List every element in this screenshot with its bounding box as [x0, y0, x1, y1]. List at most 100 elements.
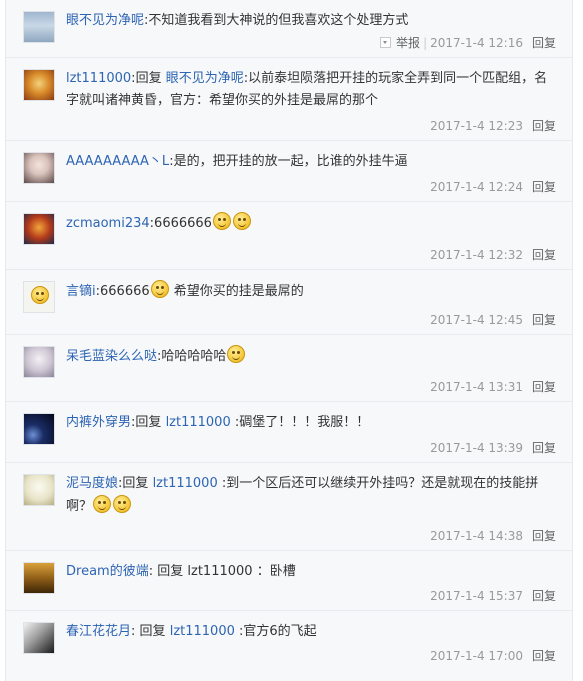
reply-label: 回复: [157, 564, 184, 579]
reply-text: 哈哈哈哈哈: [161, 349, 227, 364]
report-link[interactable]: 举报: [396, 36, 420, 50]
colon-text: :: [131, 624, 136, 639]
reply-meta: 2017-1-4 14:38 回复: [430, 528, 556, 544]
reply-meta: 2017-1-4 12:32 回复: [430, 247, 556, 263]
reply-content: 呆毛蓝染么么哒:哈哈哈哈哈: [66, 345, 560, 368]
reply-text: 是的，把开挂的放一起，比谁的外挂牛逼: [173, 154, 408, 169]
reply-meta: 2017-1-4 12:24 回复: [430, 179, 556, 195]
reply-button[interactable]: 回复: [532, 180, 556, 194]
avatar[interactable]: [23, 11, 55, 43]
reply-time: 2017-1-4 13:31: [430, 380, 523, 394]
reply-username[interactable]: 呆毛蓝染么么哒: [66, 349, 157, 364]
reply-text: 666666: [100, 284, 150, 299]
reply-content: lzt111000:回复 眼不见为净呢:以前泰坦陨落把开挂的玩家全弄到同一个匹配…: [66, 68, 560, 112]
reply-username[interactable]: lzt111000: [66, 71, 131, 86]
avatar[interactable]: [23, 622, 55, 654]
reply-item: 泥马度娘:回复 lzt111000 :到一个区后还可以继续开外挂吗？还是就现在的…: [6, 463, 572, 551]
reply-button[interactable]: 回复: [532, 36, 556, 50]
reply-label: 回复: [135, 71, 162, 86]
reply-button[interactable]: 回复: [532, 529, 556, 543]
avatar[interactable]: [23, 562, 55, 594]
smile-emoticon: [113, 495, 132, 513]
reply-label: 回复: [139, 624, 166, 639]
reply-text: 不知道我看到大神说的但我喜欢这个处理方式: [148, 13, 409, 28]
reply-list: 眼不见为净呢:不知道我看到大神说的但我喜欢这个处理方式 举报 | 2017-1-4 …: [5, 0, 573, 681]
reply-content: 眼不见为净呢:不知道我看到大神说的但我喜欢这个处理方式: [66, 10, 560, 32]
reply-meta: 2017-1-4 13:31 回复: [430, 379, 556, 395]
reply-content: AAAAAAAAA丶L:是的，把开挂的放一起，比谁的外挂牛逼: [66, 151, 560, 173]
avatar[interactable]: [23, 69, 55, 101]
avatar[interactable]: [23, 213, 55, 245]
reply-meta: 2017-1-4 13:39 回复: [430, 440, 556, 456]
reply-time: 2017-1-4 12:32: [430, 248, 523, 262]
reply-username[interactable]: 泥马度娘: [66, 476, 118, 491]
reply-time: 2017-1-4 12:23: [430, 119, 523, 133]
smile-emoticon: [93, 495, 112, 513]
reply-item: 眼不见为净呢:不知道我看到大神说的但我喜欢这个处理方式 举报 | 2017-1-4 …: [6, 0, 572, 58]
dropdown-icon[interactable]: [380, 37, 392, 48]
reply-button[interactable]: 回复: [532, 589, 556, 603]
reply-content: Dream的彼端: 回复 lzt111000 ：卧槽: [66, 561, 560, 583]
smile-emoticon: [232, 212, 251, 230]
avatar[interactable]: [23, 474, 55, 506]
reply-button[interactable]: 回复: [532, 441, 556, 455]
reply-item: zcmaomi234:6666666 2017-1-4 12:32 回复: [6, 202, 572, 270]
avatar[interactable]: [23, 281, 55, 313]
reply-item: 春江花花月: 回复 lzt111000 :官方6的飞起 2017-1-4 17:…: [6, 611, 572, 681]
reply-username[interactable]: AAAAAAAAA丶L: [66, 154, 169, 169]
colon-text: :: [148, 564, 154, 579]
reply-username[interactable]: 内裤外穿男: [66, 415, 131, 430]
reply-item: 内裤外穿男:回复 lzt111000 :碉堡了！！！我服！！ 2017-1-4 …: [6, 402, 572, 463]
reply-meta: 举报 | 2017-1-4 12:16 回复: [380, 35, 556, 51]
reply-text: ：卧槽: [256, 564, 296, 579]
reply-meta: 2017-1-4 15:37 回复: [430, 588, 556, 604]
reply-item: Dream的彼端: 回复 lzt111000 ：卧槽 2017-1-4 15:3…: [6, 551, 572, 611]
reply-time: 2017-1-4 12:16: [430, 36, 523, 50]
reply-text: :碉堡了！！！我服！！: [234, 415, 370, 430]
reply-username[interactable]: 春江花花月: [66, 624, 131, 639]
reply-username[interactable]: 眼不见为净呢: [66, 13, 144, 28]
reply-time: 2017-1-4 17:00: [430, 649, 523, 663]
reply-label: 回复: [122, 476, 149, 491]
reply-text-tail: 希望你买的挂是最屌的: [173, 284, 304, 299]
reply-time: 2017-1-4 12:24: [430, 180, 523, 194]
avatar[interactable]: [23, 413, 55, 445]
smile-emoticon: [212, 212, 231, 230]
reply-item: 呆毛蓝染么么哒:哈哈哈哈哈 2017-1-4 13:31 回复: [6, 335, 572, 402]
reply-button[interactable]: 回复: [532, 380, 556, 394]
reply-username[interactable]: Dream的彼端: [66, 564, 149, 579]
reply-meta: 2017-1-4 12:45 回复: [430, 312, 556, 328]
reply-button[interactable]: 回复: [532, 313, 556, 327]
reply-content: 泥马度娘:回复 lzt111000 :到一个区后还可以继续开外挂吗？还是就现在的…: [66, 473, 560, 518]
reply-content: 言镝i:666666 希望你买的挂是最屌的: [66, 280, 560, 303]
smile-emoticon: [227, 345, 246, 363]
reply-username[interactable]: 言镝i: [66, 284, 96, 299]
avatar[interactable]: [23, 152, 55, 184]
avatar[interactable]: [23, 346, 55, 378]
reply-content: 春江花花月: 回复 lzt111000 :官方6的飞起: [66, 621, 560, 643]
reply-button[interactable]: 回复: [532, 649, 556, 663]
reply-text: 6666666: [154, 216, 212, 231]
avatar-emoticon: [31, 286, 49, 304]
reply-button[interactable]: 回复: [532, 119, 556, 133]
reply-meta: 2017-1-4 17:00 回复: [430, 648, 556, 664]
reply-item: lzt111000:回复 眼不见为净呢:以前泰坦陨落把开挂的玩家全弄到同一个匹配…: [6, 58, 572, 141]
reply-target-user[interactable]: lzt111000: [170, 624, 235, 639]
reply-content: zcmaomi234:6666666: [66, 212, 560, 235]
reply-target-plain: lzt111000: [187, 564, 253, 579]
reply-target-user[interactable]: lzt111000: [153, 476, 218, 491]
reply-target-user[interactable]: 眼不见为净呢: [166, 71, 244, 86]
separator: |: [423, 36, 428, 50]
reply-text: :官方6的飞起: [239, 624, 317, 639]
reply-time: 2017-1-4 15:37: [430, 589, 523, 603]
reply-meta: 2017-1-4 12:23 回复: [430, 118, 556, 134]
reply-time: 2017-1-4 12:45: [430, 313, 523, 327]
reply-time: 2017-1-4 14:38: [430, 529, 523, 543]
reply-button[interactable]: 回复: [532, 248, 556, 262]
reply-item: 言镝i:666666 希望你买的挂是最屌的 2017-1-4 12:45 回复: [6, 270, 572, 335]
reply-content: 内裤外穿男:回复 lzt111000 :碉堡了！！！我服！！: [66, 412, 560, 434]
reply-username[interactable]: zcmaomi234: [66, 216, 150, 231]
reply-label: 回复: [135, 415, 162, 430]
reply-time: 2017-1-4 13:39: [430, 441, 523, 455]
reply-target-user[interactable]: lzt111000: [166, 415, 231, 430]
